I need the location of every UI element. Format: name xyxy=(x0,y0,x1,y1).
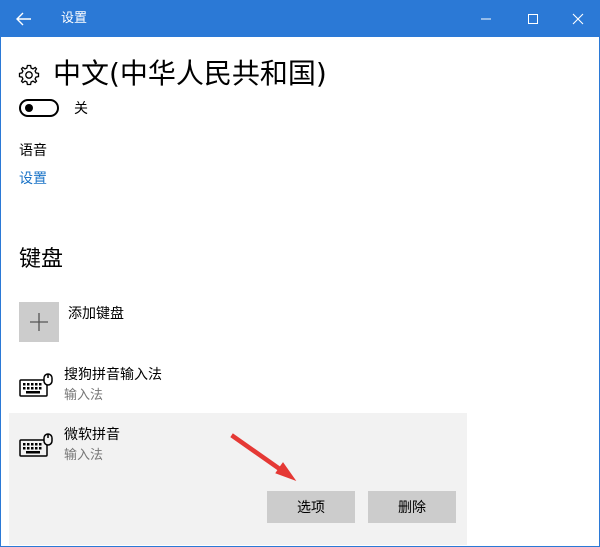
page-title: 中文(中华人民共和国) xyxy=(53,57,327,90)
keyboard-type: 输入法 xyxy=(64,388,104,403)
back-button[interactable] xyxy=(1,1,47,37)
add-keyboard-button[interactable] xyxy=(19,302,59,342)
window-title: 设置 xyxy=(61,11,88,26)
speech-label: 语音 xyxy=(19,143,47,159)
arrow-left-icon xyxy=(16,12,31,26)
keyboard-section-heading: 键盘 xyxy=(19,247,64,272)
speech-settings-link[interactable]: 设置 xyxy=(19,170,47,188)
toggle-state-label: 关 xyxy=(74,101,88,117)
keyboard-icon xyxy=(19,433,53,457)
add-keyboard-label[interactable]: 添加键盘 xyxy=(68,305,124,323)
maximize-icon xyxy=(528,14,538,24)
plus-icon xyxy=(30,313,48,331)
gear-icon xyxy=(18,64,40,86)
close-icon xyxy=(572,13,584,25)
keyboard-list-item-selected[interactable]: 微软拼音 输入法 xyxy=(1,419,467,479)
settings-window: 设置 中文(中华人民共和国) 关 语音 设置 键盘 添加键盘 搜狗拼音输入法 输… xyxy=(0,0,600,547)
toggle-knob xyxy=(25,104,33,112)
keyboard-name: 搜狗拼音输入法 xyxy=(64,367,162,383)
close-button[interactable] xyxy=(555,1,599,37)
keyboard-type: 输入法 xyxy=(64,448,104,463)
keyboard-icon xyxy=(19,373,53,397)
options-button[interactable]: 选项 xyxy=(267,491,355,523)
keyboard-name: 微软拼音 xyxy=(64,427,120,443)
delete-button[interactable]: 删除 xyxy=(368,491,456,523)
maximize-button[interactable] xyxy=(510,1,556,37)
minimize-icon xyxy=(481,18,491,20)
keyboard-list-item[interactable]: 搜狗拼音输入法 输入法 xyxy=(1,359,467,419)
language-toggle[interactable] xyxy=(19,99,59,117)
title-bar: 设置 xyxy=(1,1,599,37)
minimize-button[interactable] xyxy=(463,1,509,37)
